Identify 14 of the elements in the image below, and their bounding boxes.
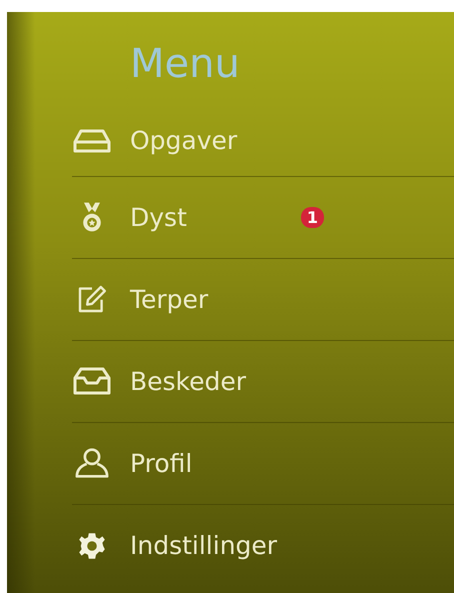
menu-title: Menu xyxy=(130,42,241,86)
menu-item-label: Dyst xyxy=(130,202,187,232)
menu-item[interactable]: Profil xyxy=(72,422,454,505)
menu-item-label: Terper xyxy=(130,284,208,314)
menu-item-label: Profil xyxy=(130,448,192,478)
notification-badge: 1 xyxy=(300,206,324,228)
menu-item[interactable]: Terper xyxy=(72,258,454,341)
inbox-icon xyxy=(72,365,112,397)
menu-item-label: Beskeder xyxy=(130,366,246,396)
menu-item[interactable]: Dyst 1 xyxy=(72,176,454,259)
menu-item[interactable]: Beskeder xyxy=(72,340,454,423)
menu-item-label: Indstillinger xyxy=(130,531,278,560)
menu-item-label: Opgaver xyxy=(130,126,238,155)
menu-item[interactable]: Indstillinger xyxy=(72,504,454,587)
